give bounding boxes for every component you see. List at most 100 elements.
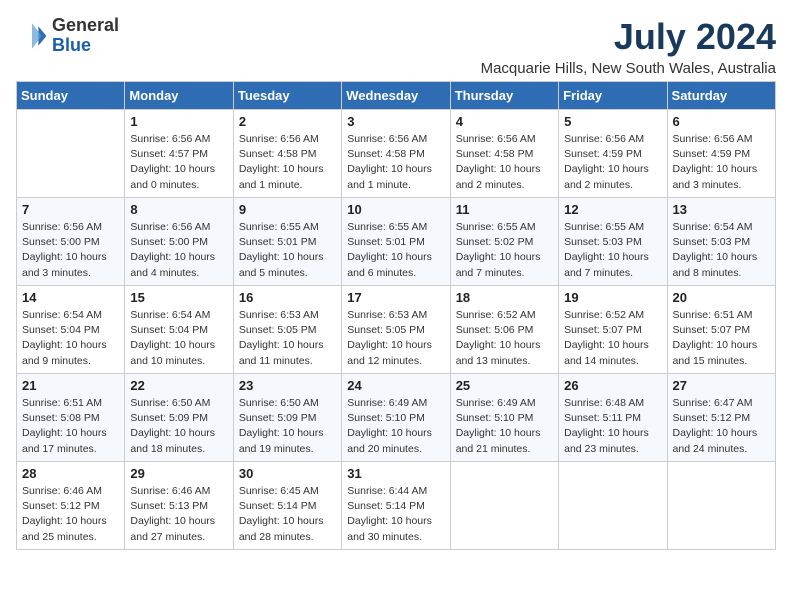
location: Macquarie Hills, New South Wales, Austra…: [481, 60, 776, 77]
calendar-cell: [17, 110, 125, 198]
day-number: 6: [673, 114, 770, 129]
day-number: 9: [239, 202, 336, 217]
day-number: 28: [22, 466, 119, 481]
day-info: Sunrise: 6:56 AMSunset: 4:58 PMDaylight:…: [347, 132, 444, 193]
column-header-monday: Monday: [125, 82, 233, 110]
day-info: Sunrise: 6:55 AMSunset: 5:01 PMDaylight:…: [239, 220, 336, 281]
calendar-cell: 20 Sunrise: 6:51 AMSunset: 5:07 PMDayligh…: [667, 286, 775, 374]
day-number: 27: [673, 378, 770, 393]
day-info: Sunrise: 6:55 AMSunset: 5:03 PMDaylight:…: [564, 220, 661, 281]
calendar-cell: 6 Sunrise: 6:56 AMSunset: 4:59 PMDaylight…: [667, 110, 775, 198]
calendar-cell: 2 Sunrise: 6:56 AMSunset: 4:58 PMDaylight…: [233, 110, 341, 198]
day-info: Sunrise: 6:54 AMSunset: 5:04 PMDaylight:…: [130, 308, 227, 369]
day-number: 17: [347, 290, 444, 305]
calendar-cell: 1Sunrise: 6:56 AMSunset: 4:57 PMDaylight…: [125, 110, 233, 198]
column-header-saturday: Saturday: [667, 82, 775, 110]
column-header-friday: Friday: [559, 82, 667, 110]
day-info: Sunrise: 6:56 AMSunset: 4:58 PMDaylight:…: [239, 132, 336, 193]
calendar-week-2: 7 Sunrise: 6:56 AMSunset: 5:00 PMDaylight…: [17, 198, 776, 286]
day-info: Sunrise: 6:55 AMSunset: 5:01 PMDaylight:…: [347, 220, 444, 281]
day-number: 23: [239, 378, 336, 393]
day-number: 3: [347, 114, 444, 129]
day-info: Sunrise: 6:53 AMSunset: 5:05 PMDaylight:…: [239, 308, 336, 369]
calendar-cell: 23 Sunrise: 6:50 AMSunset: 5:09 PMDayligh…: [233, 374, 341, 462]
calendar-week-3: 14Sunrise: 6:54 AMSunset: 5:04 PMDayligh…: [17, 286, 776, 374]
calendar-cell: 5 Sunrise: 6:56 AMSunset: 4:59 PMDaylight…: [559, 110, 667, 198]
month-title: July 2024: [481, 16, 776, 58]
day-info: Sunrise: 6:44 AMSunset: 5:14 PMDaylight:…: [347, 484, 444, 545]
day-number: 16: [239, 290, 336, 305]
day-number: 11: [456, 202, 553, 217]
calendar-cell: 15 Sunrise: 6:54 AMSunset: 5:04 PMDayligh…: [125, 286, 233, 374]
calendar-week-1: 1Sunrise: 6:56 AMSunset: 4:57 PMDaylight…: [17, 110, 776, 198]
day-number: 5: [564, 114, 661, 129]
column-header-wednesday: Wednesday: [342, 82, 450, 110]
day-number: 20: [673, 290, 770, 305]
logo-blue: Blue: [52, 35, 91, 55]
day-info: Sunrise: 6:54 AMSunset: 5:04 PMDaylight:…: [22, 308, 119, 369]
day-number: 7: [22, 202, 119, 217]
day-number: 12: [564, 202, 661, 217]
calendar-cell: [559, 462, 667, 550]
day-info: Sunrise: 6:55 AMSunset: 5:02 PMDaylight:…: [456, 220, 553, 281]
calendar-cell: 14Sunrise: 6:54 AMSunset: 5:04 PMDayligh…: [17, 286, 125, 374]
day-info: Sunrise: 6:50 AMSunset: 5:09 PMDaylight:…: [239, 396, 336, 457]
column-header-thursday: Thursday: [450, 82, 558, 110]
day-info: Sunrise: 6:52 AMSunset: 5:07 PMDaylight:…: [564, 308, 661, 369]
calendar-cell: 10 Sunrise: 6:55 AMSunset: 5:01 PMDayligh…: [342, 198, 450, 286]
column-header-sunday: Sunday: [17, 82, 125, 110]
page-header: General Blue July 2024 Macquarie Hills, …: [16, 16, 776, 77]
day-info: Sunrise: 6:51 AMSunset: 5:08 PMDaylight:…: [22, 396, 119, 457]
calendar-week-5: 28Sunrise: 6:46 AMSunset: 5:12 PMDayligh…: [17, 462, 776, 550]
calendar-cell: 24Sunrise: 6:49 AMSunset: 5:10 PMDayligh…: [342, 374, 450, 462]
calendar-cell: 18 Sunrise: 6:52 AMSunset: 5:06 PMDayligh…: [450, 286, 558, 374]
calendar-cell: [667, 462, 775, 550]
day-number: 10: [347, 202, 444, 217]
day-info: Sunrise: 6:53 AMSunset: 5:05 PMDaylight:…: [347, 308, 444, 369]
day-info: Sunrise: 6:45 AMSunset: 5:14 PMDaylight:…: [239, 484, 336, 545]
day-info: Sunrise: 6:49 AMSunset: 5:10 PMDaylight:…: [456, 396, 553, 457]
calendar-cell: 7 Sunrise: 6:56 AMSunset: 5:00 PMDaylight…: [17, 198, 125, 286]
day-number: 13: [673, 202, 770, 217]
calendar-cell: 25Sunrise: 6:49 AMSunset: 5:10 PMDayligh…: [450, 374, 558, 462]
day-number: 4: [456, 114, 553, 129]
column-header-tuesday: Tuesday: [233, 82, 341, 110]
day-info: Sunrise: 6:56 AMSunset: 4:59 PMDaylight:…: [673, 132, 770, 193]
day-info: Sunrise: 6:52 AMSunset: 5:06 PMDaylight:…: [456, 308, 553, 369]
calendar-cell: 29 Sunrise: 6:46 AMSunset: 5:13 PMDayligh…: [125, 462, 233, 550]
calendar-cell: 19 Sunrise: 6:52 AMSunset: 5:07 PMDayligh…: [559, 286, 667, 374]
calendar-cell: 28Sunrise: 6:46 AMSunset: 5:12 PMDayligh…: [17, 462, 125, 550]
day-number: 21: [22, 378, 119, 393]
day-info: Sunrise: 6:49 AMSunset: 5:10 PMDaylight:…: [347, 396, 444, 457]
day-number: 29: [130, 466, 227, 481]
calendar-cell: [450, 462, 558, 550]
day-info: Sunrise: 6:56 AMSunset: 4:58 PMDaylight:…: [456, 132, 553, 193]
calendar-cell: 3 Sunrise: 6:56 AMSunset: 4:58 PMDaylight…: [342, 110, 450, 198]
day-number: 2: [239, 114, 336, 129]
day-number: 26: [564, 378, 661, 393]
day-info: Sunrise: 6:56 AMSunset: 5:00 PMDaylight:…: [22, 220, 119, 281]
calendar-cell: 13Sunrise: 6:54 AMSunset: 5:03 PMDayligh…: [667, 198, 775, 286]
calendar-table: SundayMondayTuesdayWednesdayThursdayFrid…: [16, 81, 776, 550]
day-info: Sunrise: 6:51 AMSunset: 5:07 PMDaylight:…: [673, 308, 770, 369]
calendar-body: 1Sunrise: 6:56 AMSunset: 4:57 PMDaylight…: [17, 110, 776, 550]
day-number: 31: [347, 466, 444, 481]
title-block: July 2024 Macquarie Hills, New South Wal…: [481, 16, 776, 77]
day-info: Sunrise: 6:46 AMSunset: 5:13 PMDaylight:…: [130, 484, 227, 545]
calendar-cell: 30Sunrise: 6:45 AMSunset: 5:14 PMDayligh…: [233, 462, 341, 550]
day-info: Sunrise: 6:56 AMSunset: 4:59 PMDaylight:…: [564, 132, 661, 193]
day-number: 15: [130, 290, 227, 305]
calendar-cell: 12 Sunrise: 6:55 AMSunset: 5:03 PMDayligh…: [559, 198, 667, 286]
day-number: 19: [564, 290, 661, 305]
calendar-cell: 27Sunrise: 6:47 AMSunset: 5:12 PMDayligh…: [667, 374, 775, 462]
day-number: 18: [456, 290, 553, 305]
calendar-cell: 4 Sunrise: 6:56 AMSunset: 4:58 PMDaylight…: [450, 110, 558, 198]
logo: General Blue: [16, 16, 119, 56]
logo-text: General Blue: [52, 16, 119, 56]
day-number: 1: [130, 114, 227, 129]
logo-general: General: [52, 15, 119, 35]
day-number: 22: [130, 378, 227, 393]
calendar-week-4: 21 Sunrise: 6:51 AMSunset: 5:08 PMDayligh…: [17, 374, 776, 462]
calendar-cell: 16 Sunrise: 6:53 AMSunset: 5:05 PMDayligh…: [233, 286, 341, 374]
calendar-cell: 21 Sunrise: 6:51 AMSunset: 5:08 PMDayligh…: [17, 374, 125, 462]
